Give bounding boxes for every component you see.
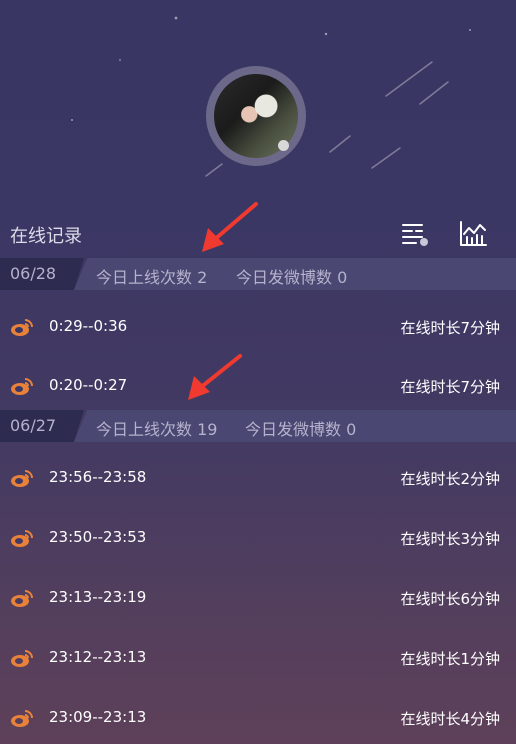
weibo-icon [11, 590, 33, 607]
list-item[interactable]: 0:29--0:36 在线时长7分钟 [0, 312, 516, 342]
session-time: 0:29--0:36 [49, 317, 128, 335]
list-item[interactable]: 0:20--0:27 在线时长7分钟 [0, 371, 516, 401]
weibo-icon [11, 378, 33, 395]
session-duration: 在线时长7分钟 [400, 378, 500, 396]
online-count: 今日上线次数 19 [96, 420, 218, 439]
session-duration: 在线时长6分钟 [400, 590, 500, 608]
weibo-count: 今日发微博数 0 [245, 420, 357, 439]
weibo-icon [11, 319, 33, 336]
line-chart-icon[interactable] [458, 220, 488, 248]
session-duration: 在线时长4分钟 [400, 710, 500, 728]
weibo-icon [11, 470, 33, 487]
online-count: 今日上线次数 2 [96, 268, 208, 287]
date-bar-0627: 06/27 今日上线次数 19 今日发微博数 0 [0, 410, 516, 442]
weibo-icon [11, 530, 33, 547]
date-label: 06/28 [10, 264, 57, 283]
list-item[interactable]: 23:50--23:53 在线时长3分钟 [0, 523, 516, 553]
annotation-arrow-icon [202, 202, 258, 252]
weibo-count: 今日发微博数 0 [236, 268, 348, 287]
date-label: 06/27 [10, 416, 57, 435]
annotation-arrow-icon [188, 354, 242, 400]
avatar-ring[interactable] [206, 66, 306, 166]
session-time: 23:09--23:13 [49, 708, 147, 726]
session-time: 23:13--23:19 [49, 588, 147, 606]
weibo-icon [11, 710, 33, 727]
list-item[interactable]: 23:13--23:19 在线时长6分钟 [0, 583, 516, 613]
date-bar-0628: 06/28 今日上线次数 2 今日发微博数 0 [0, 258, 516, 290]
list-item[interactable]: 23:09--23:13 在线时长4分钟 [0, 703, 516, 733]
session-duration: 在线时长1分钟 [400, 650, 500, 668]
online-status-dot [278, 140, 289, 151]
weibo-icon [11, 650, 33, 667]
session-duration: 在线时长2分钟 [400, 470, 500, 488]
page-title: 在线记录 [10, 226, 82, 247]
session-time: 23:12--23:13 [49, 648, 147, 666]
session-time: 23:56--23:58 [49, 468, 147, 486]
list-item[interactable]: 23:12--23:13 在线时长1分钟 [0, 643, 516, 673]
session-time: 0:20--0:27 [49, 376, 128, 394]
session-time: 23:50--23:53 [49, 528, 147, 546]
session-duration: 在线时长3分钟 [400, 530, 500, 548]
filter-settings-icon[interactable] [400, 220, 430, 248]
session-duration: 在线时长7分钟 [400, 319, 500, 337]
list-item[interactable]: 23:56--23:58 在线时长2分钟 [0, 463, 516, 493]
